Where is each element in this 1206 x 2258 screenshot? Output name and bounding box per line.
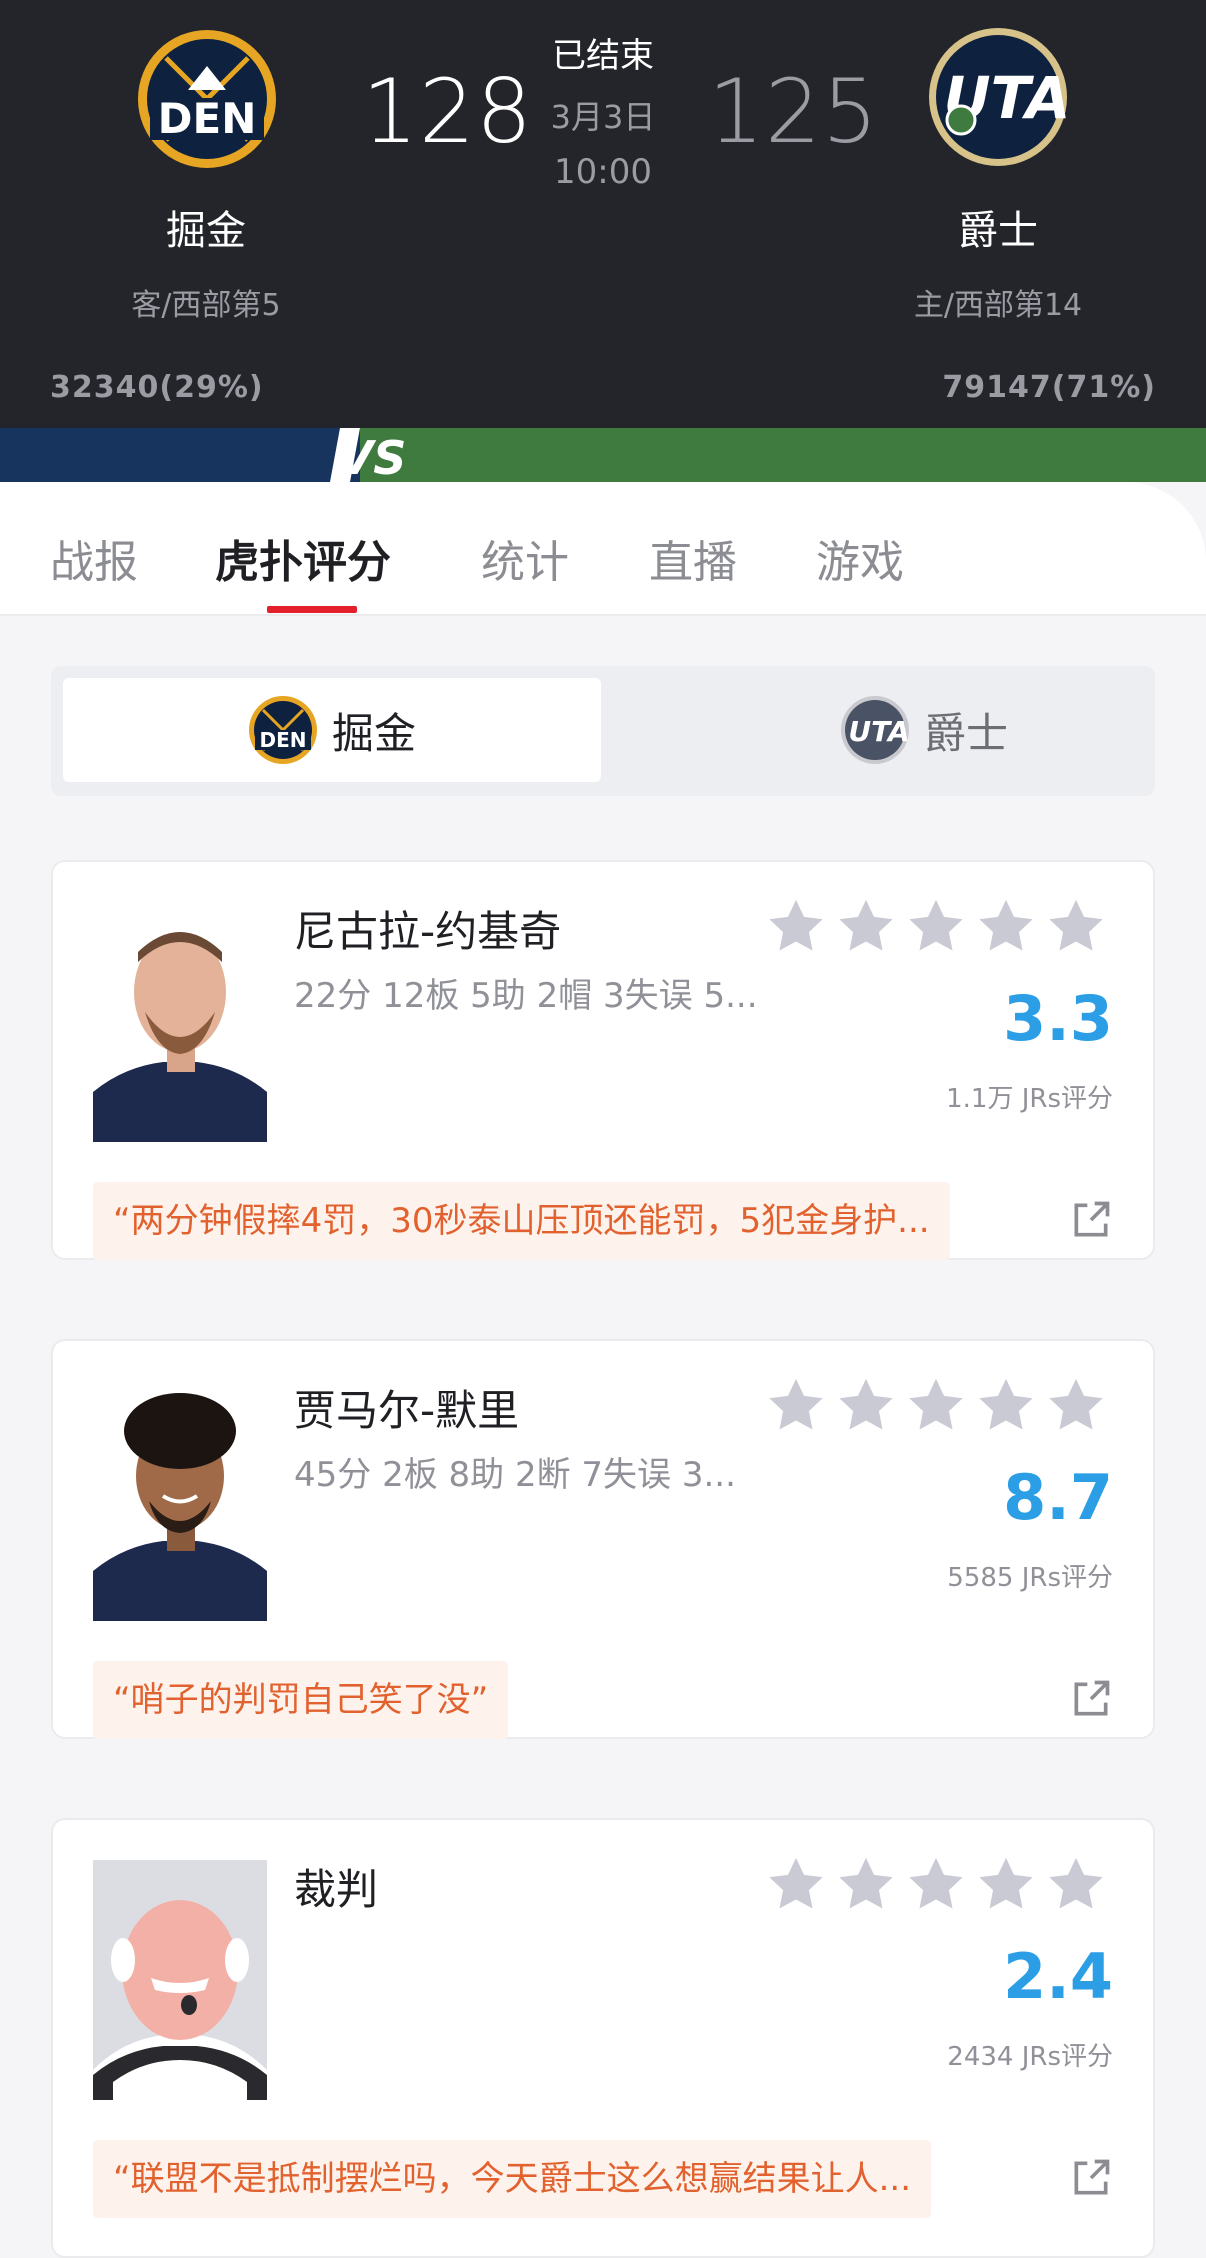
top-comment[interactable]: “两分钟假摔4罚，30秒泰山压顶还能罚，5犯金身护... xyxy=(93,1182,950,1260)
top-comment[interactable]: “联盟不是抵制摆烂吗，今天爵士这么想赢结果让人... xyxy=(93,2140,932,2218)
player-rating-card[interactable]: 裁判 2.4 2434 JRs评分 “联盟不是抵制摆烂吗，今天爵士这么想赢结果让… xyxy=(51,1818,1155,2258)
player-rating-score: 3.3 xyxy=(1003,982,1113,1055)
game-time: 10:00 xyxy=(554,152,652,192)
player-photo xyxy=(93,902,267,1142)
rater-count: 5585 JRs评分 xyxy=(947,1563,1113,1593)
tab-games[interactable]: 游戏 xyxy=(816,526,904,590)
vote-ratio-bar: VS xyxy=(0,428,1206,482)
tab-stats[interactable]: 统计 xyxy=(481,526,569,590)
player-rating-card[interactable]: 贾马尔-默里 45分 2板 8助 2断 7失误 3... 8.7 5585 JR… xyxy=(51,1339,1155,1739)
rater-count: 1.1万 JRs评分 xyxy=(946,1084,1113,1114)
player-rating-score: 2.4 xyxy=(1003,1940,1113,2013)
away-votes: 32340(29%) xyxy=(50,370,264,405)
referee-avatar xyxy=(93,1860,267,2100)
player-name: 贾马尔-默里 xyxy=(294,1386,520,1435)
svg-text:DEN: DEN xyxy=(259,728,306,752)
star-rating-input[interactable] xyxy=(765,1375,1107,1437)
star-icon[interactable] xyxy=(1045,1854,1107,1916)
player-name: 尼古拉-约基奇 xyxy=(294,907,562,956)
home-score: 125 xyxy=(708,60,879,163)
star-icon[interactable] xyxy=(765,896,827,958)
svg-text:UTA: UTA xyxy=(848,715,909,748)
team-switch-nuggets-label: 掘金 xyxy=(331,708,416,758)
star-icon[interactable] xyxy=(765,1375,827,1437)
star-icon[interactable] xyxy=(835,1854,897,1916)
tab-live[interactable]: 直播 xyxy=(649,526,737,590)
team-switch-jazz-label: 爵士 xyxy=(923,708,1008,758)
star-icon[interactable] xyxy=(905,1854,967,1916)
team-switch-nuggets[interactable]: DEN 掘金 xyxy=(63,678,601,782)
tab-bar: 战报 虎扑评分 统计 直播 游戏 xyxy=(0,482,1206,616)
star-icon[interactable] xyxy=(1045,896,1107,958)
star-rating-input[interactable] xyxy=(765,896,1107,958)
home-team-rank: 主/西部第14 xyxy=(913,288,1083,323)
home-team-name: 爵士 xyxy=(958,208,1038,254)
tab-ratings[interactable]: 虎扑评分 xyxy=(215,526,391,590)
star-rating-input[interactable] xyxy=(765,1854,1107,1916)
vs-label: VS xyxy=(338,431,407,482)
share-icon[interactable] xyxy=(1069,1677,1113,1721)
share-icon[interactable] xyxy=(1069,2156,1113,2200)
share-icon[interactable] xyxy=(1069,1198,1113,1242)
star-icon[interactable] xyxy=(975,896,1037,958)
nuggets-logo-icon[interactable]: DEN xyxy=(136,28,278,170)
star-icon[interactable] xyxy=(905,896,967,958)
star-icon[interactable] xyxy=(765,1854,827,1916)
star-icon[interactable] xyxy=(1045,1375,1107,1437)
star-icon[interactable] xyxy=(975,1375,1037,1437)
away-team-name: 掘金 xyxy=(166,208,246,254)
game-header: DEN 掘金 客/西部第5 128 125 已结束 3月3日 10:00 UTA… xyxy=(0,0,1206,428)
player-photo xyxy=(93,1381,267,1621)
team-switch-jazz[interactable]: UTA 爵士 xyxy=(655,678,1193,782)
away-team-rank: 客/西部第5 xyxy=(131,288,281,323)
svg-text:DEN: DEN xyxy=(158,94,257,143)
rater-count: 2434 JRs评分 xyxy=(947,2042,1113,2072)
home-votes: 79147(71%) xyxy=(942,370,1156,405)
team-switch: DEN 掘金 UTA 爵士 xyxy=(51,666,1155,796)
game-date: 3月3日 xyxy=(550,98,656,136)
jazz-logo-icon[interactable]: UTA xyxy=(927,26,1069,168)
star-icon[interactable] xyxy=(905,1375,967,1437)
jazz-logo-icon: UTA xyxy=(840,696,910,764)
game-status: 已结束 xyxy=(552,36,654,76)
nuggets-logo-icon: DEN xyxy=(248,696,317,764)
player-stats: 45分 2板 8助 2断 7失误 3... xyxy=(294,1455,736,1495)
star-icon[interactable] xyxy=(975,1854,1037,1916)
star-icon[interactable] xyxy=(835,1375,897,1437)
player-rating-card[interactable]: 尼古拉-约基奇 22分 12板 5助 2帽 3失误 5... 3.3 1.1万 … xyxy=(51,860,1155,1260)
active-tab-indicator xyxy=(267,606,357,613)
player-stats: 22分 12板 5助 2帽 3失误 5... xyxy=(294,976,758,1016)
top-comment[interactable]: “哨子的判罚自己笑了没” xyxy=(93,1661,509,1739)
tab-report[interactable]: 战报 xyxy=(50,526,138,590)
star-icon[interactable] xyxy=(835,896,897,958)
player-rating-score: 8.7 xyxy=(1003,1461,1113,1534)
player-name: 裁判 xyxy=(294,1865,379,1914)
